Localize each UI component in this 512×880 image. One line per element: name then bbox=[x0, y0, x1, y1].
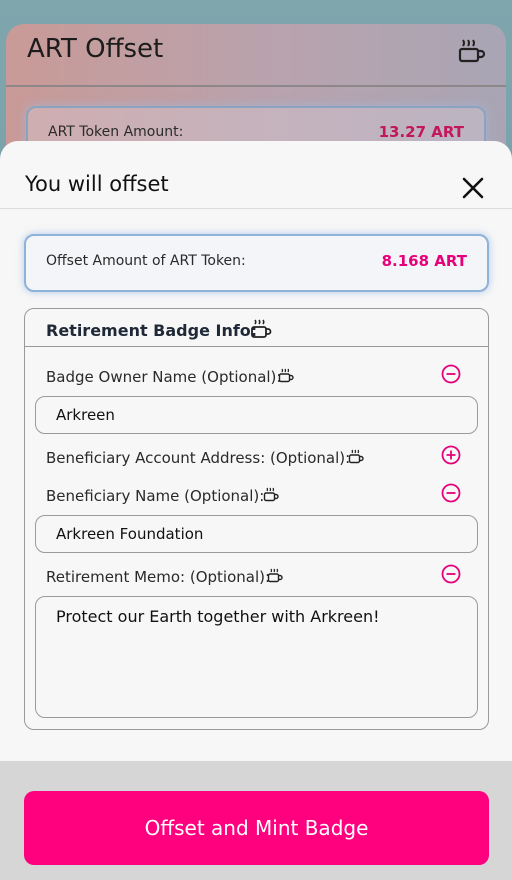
page-title: ART Offset bbox=[27, 34, 164, 64]
sheet-header: You will offset bbox=[0, 141, 512, 209]
coffee-cup-icon bbox=[267, 568, 283, 583]
beneficiary-address-label: Beneficiary Account Address: (Optional): bbox=[46, 449, 351, 467]
close-icon bbox=[462, 177, 484, 199]
badge-panel-header: Retirement Badge Info: bbox=[25, 309, 488, 347]
header-divider bbox=[6, 85, 506, 87]
coffee-cup-icon bbox=[278, 368, 294, 383]
remove-memo-button[interactable] bbox=[440, 563, 462, 585]
beneficiary-name-label: Beneficiary Name (Optional): bbox=[46, 487, 265, 505]
plus-circle-icon bbox=[441, 445, 461, 465]
coffee-cup-icon[interactable] bbox=[458, 38, 486, 64]
token-amount-value: 13.27 ART bbox=[378, 123, 464, 141]
close-button[interactable] bbox=[458, 173, 488, 203]
coffee-cup-icon bbox=[263, 487, 279, 502]
owner-name-label: Badge Owner Name (Optional): bbox=[46, 368, 282, 386]
offset-amount-box: Offset Amount of ART Token: 8.168 ART bbox=[24, 234, 489, 292]
sheet-title: You will offset bbox=[25, 172, 169, 196]
coffee-cup-icon bbox=[348, 449, 364, 464]
offset-amount-label: Offset Amount of ART Token: bbox=[46, 253, 246, 269]
remove-owner-button[interactable] bbox=[440, 363, 462, 385]
minus-circle-icon bbox=[441, 483, 461, 503]
minus-circle-icon bbox=[441, 364, 461, 384]
offset-sheet: You will offset Offset Amount of ART Tok… bbox=[0, 141, 512, 761]
retirement-memo-input[interactable]: Protect our Earth together with Arkreen! bbox=[35, 596, 478, 718]
retirement-badge-panel: Retirement Badge Info: Badge Owner Name … bbox=[24, 308, 489, 730]
minus-circle-icon bbox=[441, 564, 461, 584]
badge-panel-title: Retirement Badge Info: bbox=[46, 321, 258, 340]
retirement-memo-label: Retirement Memo: (Optional): bbox=[46, 568, 271, 586]
beneficiary-name-input[interactable] bbox=[35, 515, 478, 553]
offset-and-mint-button[interactable]: Offset and Mint Badge bbox=[24, 791, 489, 865]
add-beneficiary-address-button[interactable] bbox=[440, 444, 462, 466]
owner-name-input[interactable] bbox=[35, 396, 478, 434]
remove-beneficiary-name-button[interactable] bbox=[440, 482, 462, 504]
coffee-cup-icon bbox=[251, 319, 272, 338]
action-footer: Offset and Mint Badge bbox=[0, 761, 512, 880]
offset-amount-value: 8.168 ART bbox=[381, 252, 467, 270]
token-amount-label: ART Token Amount: bbox=[48, 124, 184, 140]
